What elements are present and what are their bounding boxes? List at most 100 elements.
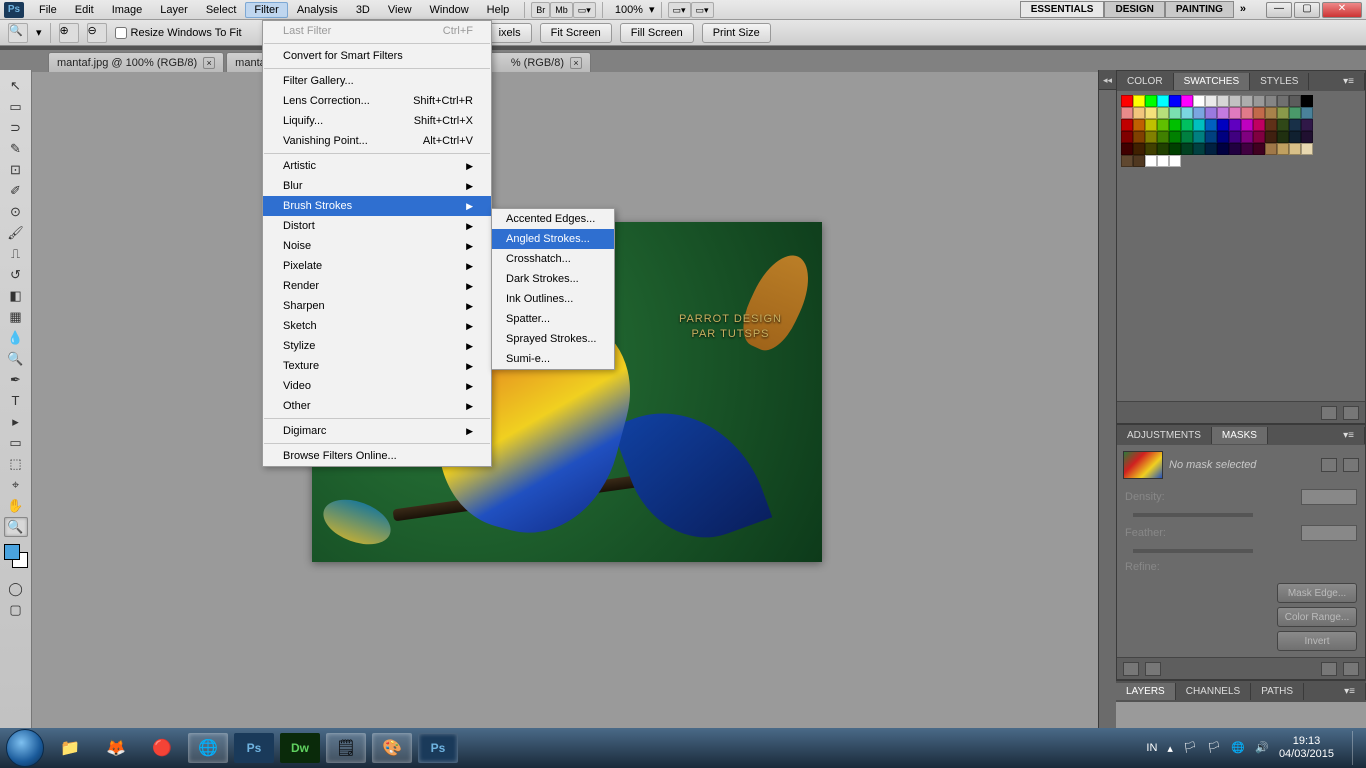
swatch[interactable] xyxy=(1217,119,1229,131)
workspace-more[interactable]: » xyxy=(1234,1,1252,18)
close-icon[interactable]: × xyxy=(570,57,582,69)
menu-render[interactable]: Render▶ xyxy=(263,276,491,296)
swatch[interactable] xyxy=(1253,95,1265,107)
tray-flag-icon[interactable]: 🏳 xyxy=(1183,741,1197,755)
menu-last-filter[interactable]: Last FilterCtrl+F xyxy=(263,21,491,41)
swatch[interactable] xyxy=(1241,107,1253,119)
swatch[interactable] xyxy=(1145,143,1157,155)
swatch[interactable] xyxy=(1289,143,1301,155)
swatch[interactable] xyxy=(1145,131,1157,143)
submenu-spatter[interactable]: Spatter... xyxy=(492,309,614,329)
menu-select[interactable]: Select xyxy=(197,2,246,18)
density-field[interactable] xyxy=(1301,489,1357,505)
close-button[interactable]: ✕ xyxy=(1322,2,1362,18)
swatch[interactable] xyxy=(1289,107,1301,119)
swatch[interactable] xyxy=(1157,107,1169,119)
extras-button[interactable]: ▭▾ xyxy=(668,2,691,18)
menu-distort[interactable]: Distort▶ xyxy=(263,216,491,236)
menu-file[interactable]: File xyxy=(30,2,66,18)
close-icon[interactable]: × xyxy=(203,57,215,69)
taskbar-explorer-icon[interactable]: 📁 xyxy=(50,733,90,763)
tab-swatches[interactable]: SWATCHES xyxy=(1174,73,1251,90)
swatch[interactable] xyxy=(1193,143,1205,155)
swatch[interactable] xyxy=(1253,143,1265,155)
swatch[interactable] xyxy=(1301,143,1313,155)
swatch[interactable] xyxy=(1157,95,1169,107)
swatch[interactable] xyxy=(1301,107,1313,119)
submenu-angled-strokes[interactable]: Angled Strokes... xyxy=(492,229,614,249)
menu-edit[interactable]: Edit xyxy=(66,2,103,18)
3d-camera-tool[interactable]: ⌖ xyxy=(4,475,28,495)
taskbar-opera-icon[interactable]: 🔴 xyxy=(142,733,182,763)
submenu-crosshatch[interactable]: Crosshatch... xyxy=(492,249,614,269)
new-swatch-icon[interactable] xyxy=(1321,406,1337,420)
zoom-in-icon[interactable]: ⊕ xyxy=(59,23,79,43)
blur-tool[interactable]: 💧 xyxy=(4,328,28,348)
swatch[interactable] xyxy=(1265,119,1277,131)
swatch[interactable] xyxy=(1121,95,1133,107)
color-range-button[interactable]: Color Range... xyxy=(1277,607,1357,627)
swatch[interactable] xyxy=(1169,119,1181,131)
move-tool[interactable]: ↖ xyxy=(4,76,28,96)
swatch[interactable] xyxy=(1241,119,1253,131)
print-size-button[interactable]: Print Size xyxy=(702,23,771,43)
swatch[interactable] xyxy=(1205,143,1217,155)
swatch[interactable] xyxy=(1121,143,1133,155)
menu-video[interactable]: Video▶ xyxy=(263,376,491,396)
swatch[interactable] xyxy=(1145,155,1157,167)
swatch[interactable] xyxy=(1229,95,1241,107)
dropdown-icon[interactable]: ▾ xyxy=(36,26,42,39)
swatch[interactable] xyxy=(1205,119,1217,131)
brush-tool[interactable]: 🖌 xyxy=(4,223,28,243)
swatch[interactable] xyxy=(1289,95,1301,107)
taskbar-paint-icon[interactable]: 🎨 xyxy=(372,733,412,763)
tray-action-center-icon[interactable]: 🏳 xyxy=(1207,741,1221,755)
swatch[interactable] xyxy=(1277,95,1289,107)
swatch[interactable] xyxy=(1181,95,1193,107)
menu-help[interactable]: Help xyxy=(478,2,519,18)
swatch[interactable] xyxy=(1169,95,1181,107)
swatch[interactable] xyxy=(1145,119,1157,131)
healing-tool[interactable]: ⊙ xyxy=(4,202,28,222)
zoom-out-icon[interactable]: ⊖ xyxy=(87,23,107,43)
swatch[interactable] xyxy=(1253,107,1265,119)
swatch[interactable] xyxy=(1181,143,1193,155)
swatch[interactable] xyxy=(1121,155,1133,167)
eyedropper-tool[interactable]: ✐ xyxy=(4,181,28,201)
swatch[interactable] xyxy=(1193,131,1205,143)
swatch[interactable] xyxy=(1229,143,1241,155)
zoom-tool[interactable]: 🔍 xyxy=(4,517,28,537)
swatch[interactable] xyxy=(1241,95,1253,107)
tab-styles[interactable]: STYLES xyxy=(1250,73,1309,90)
actual-pixels-button[interactable]: ixels xyxy=(488,23,532,43)
taskbar-notes-icon[interactable]: 🗒 xyxy=(326,733,366,763)
panel-menu-icon[interactable]: ▾≡ xyxy=(1333,427,1365,444)
mask-disable-icon[interactable] xyxy=(1321,662,1337,676)
start-button[interactable] xyxy=(6,729,44,767)
invert-button[interactable]: Invert xyxy=(1277,631,1357,651)
shape-tool[interactable]: ▭ xyxy=(4,433,28,453)
swatch[interactable] xyxy=(1241,143,1253,155)
fit-screen-button[interactable]: Fit Screen xyxy=(540,23,612,43)
menu-view[interactable]: View xyxy=(379,2,421,18)
resize-checkbox[interactable] xyxy=(115,27,127,39)
tray-volume-icon[interactable]: 🔊 xyxy=(1255,741,1269,755)
menu-filter[interactable]: Filter xyxy=(245,2,287,18)
menu-blur[interactable]: Blur▶ xyxy=(263,176,491,196)
menu-digimarc[interactable]: Digimarc▶ xyxy=(263,421,491,441)
swatch[interactable] xyxy=(1265,131,1277,143)
swatch[interactable] xyxy=(1217,107,1229,119)
menu-filter-gallery[interactable]: Filter Gallery... xyxy=(263,71,491,91)
minibridge-button[interactable]: Mb xyxy=(550,2,573,18)
swatch[interactable] xyxy=(1121,107,1133,119)
swatch[interactable] xyxy=(1169,143,1181,155)
dodge-tool[interactable]: 🔍 xyxy=(4,349,28,369)
arrange-button[interactable]: ▭▾ xyxy=(691,2,714,18)
swatch[interactable] xyxy=(1133,119,1145,131)
menu-analysis[interactable]: Analysis xyxy=(288,2,347,18)
tab-paths[interactable]: PATHS xyxy=(1251,683,1304,700)
workspace-essentials[interactable]: ESSENTIALS xyxy=(1020,1,1105,18)
swatch[interactable] xyxy=(1277,131,1289,143)
menu-convert-smart[interactable]: Convert for Smart Filters xyxy=(263,46,491,66)
vector-mask-icon[interactable] xyxy=(1343,458,1359,472)
